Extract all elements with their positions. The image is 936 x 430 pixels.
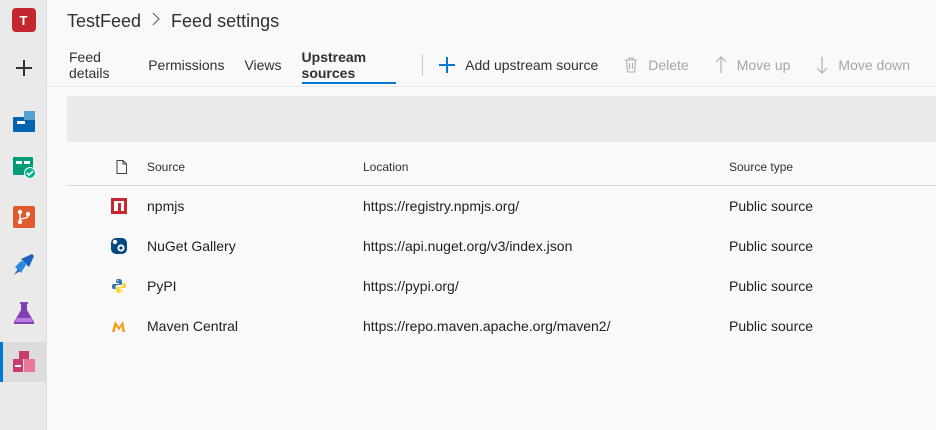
plus-icon	[439, 57, 456, 73]
repos-icon	[12, 206, 35, 228]
plus-icon	[15, 60, 32, 76]
delete-button[interactable]: Delete	[624, 44, 689, 86]
python-icon	[67, 278, 147, 294]
pipelines-icon	[13, 254, 34, 275]
npm-icon	[67, 198, 147, 214]
row-location: https://pypi.org/	[363, 278, 459, 294]
header-location[interactable]: Location	[363, 160, 729, 174]
file-icon	[67, 159, 147, 174]
row-source: npmjs	[147, 198, 185, 214]
row-location: https://repo.maven.apache.org/maven2/	[363, 318, 611, 334]
arrow-down-icon	[816, 56, 828, 74]
row-location: https://api.nuget.org/v3/index.json	[363, 238, 573, 254]
table-header: Source Location Source type	[67, 148, 936, 186]
add-upstream-source-label: Add upstream source	[465, 57, 599, 73]
breadcrumb: TestFeed Feed settings	[67, 11, 279, 32]
row-source-type: Public source	[729, 278, 814, 294]
row-source-type: Public source	[729, 238, 814, 254]
nav-artifacts[interactable]	[0, 342, 47, 382]
table-row[interactable]: Maven Central https://repo.maven.apache.…	[67, 306, 936, 346]
row-location: https://registry.npmjs.org/	[363, 198, 520, 214]
test-plans-icon	[13, 302, 34, 324]
new-item-button[interactable]	[0, 48, 47, 88]
move-up-button[interactable]: Move up	[715, 44, 791, 86]
move-down-label: Move down	[838, 57, 910, 73]
overview-icon	[12, 111, 35, 132]
nav-test-plans[interactable]	[0, 293, 47, 333]
main-content: TestFeed Feed settings Feed details Perm…	[47, 0, 936, 430]
table-row[interactable]: NuGet Gallery https://api.nuget.org/v3/i…	[67, 226, 936, 266]
table-row[interactable]: npmjs https://registry.npmjs.org/ Public…	[67, 186, 936, 226]
table-row[interactable]: PyPI https://pypi.org/ Public source	[67, 266, 936, 306]
breadcrumb-project[interactable]: TestFeed	[67, 11, 141, 32]
header-source[interactable]: Source	[147, 160, 363, 174]
nav-overview[interactable]	[0, 101, 47, 141]
tab-upstream-sources[interactable]: Upstream sources	[301, 44, 397, 86]
tab-feed-details[interactable]: Feed details	[69, 44, 128, 86]
maven-icon	[67, 318, 147, 334]
tab-permissions[interactable]: Permissions	[148, 44, 224, 86]
add-upstream-source-button[interactable]: Add upstream source	[439, 44, 598, 86]
nav-pipelines[interactable]	[0, 245, 47, 285]
organization-button[interactable]: T	[0, 0, 47, 40]
tab-bar: Feed details Permissions Views Upstream …	[69, 44, 936, 86]
row-source-type: Public source	[729, 318, 814, 334]
nav-repos[interactable]	[0, 197, 47, 237]
nav-boards[interactable]	[0, 147, 47, 187]
boards-icon	[12, 157, 36, 179]
nuget-icon	[67, 238, 147, 254]
tab-views[interactable]: Views	[244, 44, 281, 86]
delete-label: Delete	[648, 57, 689, 73]
upstream-sources-table: Source Location Source type npmjs https:…	[67, 148, 936, 346]
org-avatar: T	[11, 8, 36, 32]
left-nav-rail: T	[0, 0, 47, 430]
header-divider	[47, 86, 936, 87]
toolbar-divider	[422, 54, 424, 76]
trash-icon	[624, 57, 638, 73]
filter-bar	[67, 96, 936, 142]
row-source-type: Public source	[729, 198, 814, 214]
move-up-label: Move up	[736, 57, 791, 73]
move-down-button[interactable]: Move down	[816, 44, 910, 86]
row-source: Maven Central	[147, 318, 239, 334]
artifacts-icon	[12, 351, 35, 372]
arrow-up-icon	[715, 56, 727, 74]
row-source: PyPI	[147, 278, 177, 294]
chevron-right-icon	[151, 12, 161, 31]
header-source-type[interactable]: Source type	[729, 160, 936, 174]
breadcrumb-page: Feed settings	[171, 11, 280, 31]
row-source: NuGet Gallery	[147, 238, 236, 254]
